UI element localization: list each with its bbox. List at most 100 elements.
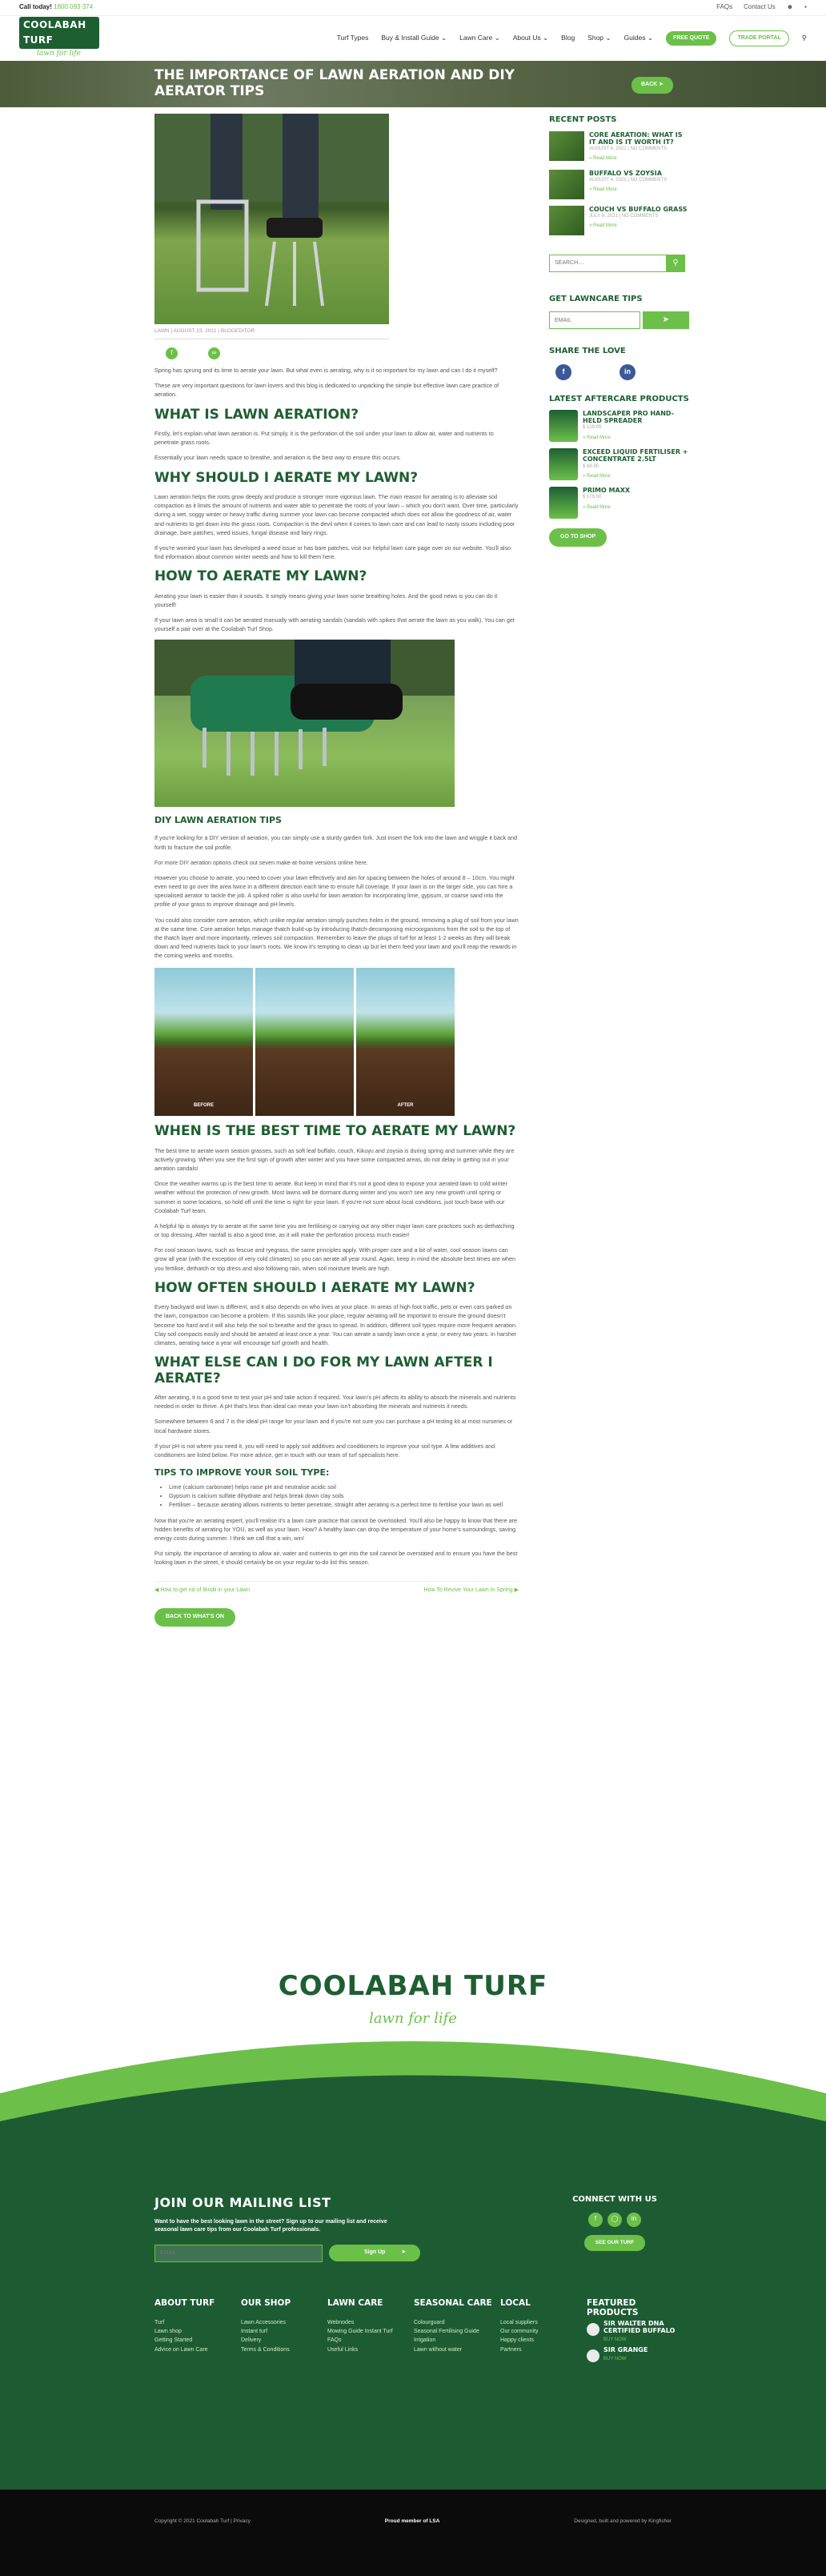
instagram-icon[interactable]: ◯ (607, 2212, 622, 2227)
footer-link[interactable]: Seasonal Fertilising Guide (414, 2327, 500, 2336)
contact-link[interactable]: Contact Us (744, 2, 776, 12)
go-to-shop-button[interactable]: GO TO SHOP (549, 528, 607, 548)
faqs-link[interactable]: FAQs (716, 2, 732, 12)
aerator-hero-image (154, 114, 389, 324)
footer-link[interactable]: Happy clients (500, 2336, 587, 2345)
cart-icon[interactable]: ▪ (804, 2, 807, 12)
mailing-title: JOIN OUR MAILING LIST (154, 2195, 331, 2210)
back-whats-on-button[interactable]: BACK TO WHAT'S ON (154, 1608, 235, 1627)
send-button[interactable]: ➤ (643, 311, 689, 330)
para-end-1: Now that you're an aerating expert, you'… (154, 1516, 517, 1542)
search-input[interactable] (549, 254, 666, 272)
nav-blog[interactable]: Blog (561, 33, 575, 43)
footer-link[interactable]: Instant turf (241, 2327, 327, 2336)
heading-often: HOW OFTEN SHOULD I AERATE MY LAWN? (154, 1279, 475, 1296)
footer-link[interactable]: Local suppliers (500, 2318, 587, 2327)
linkedin-icon[interactable]: in (627, 2212, 641, 2227)
trade-portal-button[interactable]: Trade Portal (729, 30, 789, 47)
footer-link[interactable]: Irrigation (414, 2336, 500, 2345)
connect-title: CONNECT WITH US (572, 2195, 657, 2204)
footer-link[interactable]: Mowing Guide Instant Turf (327, 2327, 414, 2336)
prev-post-link[interactable]: ◀ How to get rid of Bindii in your Lawn (154, 1587, 250, 1595)
product-item[interactable]: LANDSCAPER PRO HAND-HELD SPREADER $ 129.9… (549, 410, 689, 443)
nav-turf-types[interactable]: Turf Types (337, 33, 369, 43)
para-when-3: A helpful tip is always try to aerate at… (154, 1222, 515, 1239)
para-intro-1: Spring has sprung and its time to aerate… (154, 367, 498, 375)
para-often-1: Every backyard and lawn is different, an… (154, 1303, 517, 1346)
tips-list: Lime (calcium carbonate) helps raise pH … (169, 1483, 519, 1509)
core-panel (255, 968, 354, 1117)
see-our-turf-button[interactable]: SEE OUR TURF (583, 2234, 646, 2251)
product-thumbnail (549, 410, 578, 443)
user-icon[interactable]: ☻ (787, 2, 793, 12)
recent-posts-title: RECENT POSTS (549, 115, 617, 124)
recent-post[interactable]: BUFFALO VS ZOYSIA AUGUST 4, 2021 | NO COM… (549, 169, 689, 199)
para-why-1: Lawn aeration helps the roots grow deepl… (154, 493, 519, 536)
nav-lawn-care[interactable]: Lawn Care ⌄ (459, 33, 500, 43)
email-field[interactable] (549, 311, 640, 330)
aeration-sandals-image (154, 640, 455, 808)
product-thumbnail (549, 448, 578, 481)
share-facebook-icon[interactable]: f (166, 347, 178, 360)
post-thumbnail (549, 130, 584, 161)
call-info[interactable]: Call today! 1800 093 374 (19, 2, 93, 12)
search-button[interactable]: ⚲ (666, 254, 685, 272)
footer-col-lawncare: LAWN CARE Webnodes Mowing Guide Instant Tu… (327, 2298, 414, 2363)
footer-link[interactable]: Lawn shop (154, 2327, 241, 2336)
para-why-2: If you're worried your lawn has develope… (154, 544, 511, 561)
recent-post[interactable]: COUCH VS BUFFALO GRASS JULY 8, 2021 | NO … (549, 205, 689, 235)
footer: JOIN OUR MAILING LIST Want to have the b… (0, 2193, 826, 2490)
linkedin-icon[interactable]: in (620, 363, 636, 380)
para-intro-2: These are very important questions for l… (154, 382, 499, 399)
product-item[interactable]: PRIMO MAXX $ 175.00» Read More (549, 487, 689, 520)
footer-link[interactable]: Partners (500, 2345, 587, 2354)
recent-post[interactable]: CORE AERATION: WHAT IS IT AND IS IT WORT… (549, 130, 689, 163)
facebook-icon[interactable]: f (588, 2212, 603, 2227)
credit[interactable]: Designed, built and powered by Kingfishe… (574, 2518, 672, 2526)
para-what-1: Firstly, let's explain what lawn aeratio… (154, 430, 494, 447)
footer-link[interactable]: Advice on Lawn Care (154, 2345, 241, 2354)
post-thumbnail (549, 205, 584, 235)
list-item: Lime (calcium carbonate) helps raise pH … (169, 1483, 519, 1491)
next-post-link[interactable]: How To Revive Your Lawn In Spring ▶ (424, 1587, 519, 1595)
nav-shop[interactable]: Shop ⌄ (587, 33, 611, 43)
nav-guides[interactable]: Guides ⌄ (624, 33, 653, 43)
footer-link[interactable]: Colourguard (414, 2318, 500, 2327)
footer-col-seasonal: SEASONAL CARE Colourguard Seasonal Fertili… (414, 2298, 500, 2363)
share-link-icon[interactable]: ∞ (208, 347, 220, 360)
heading-else: WHAT ELSE CAN I DO FOR MY LAWN AFTER I A… (154, 1354, 493, 1386)
product-item[interactable]: EXCEED LIQUID FERTILISER + CONCENTRATE 2… (549, 448, 689, 481)
para-how-1: Aerating your lawn is easier than it sou… (154, 592, 498, 608)
para-what-2: Essentially your lawn needs space to bre… (154, 454, 402, 462)
featured-item[interactable]: SIR WALTER DNA CERTIFIED BUFFALO BUY NOW (587, 2320, 683, 2345)
facebook-icon[interactable]: f (555, 363, 571, 380)
nav-about[interactable]: About Us ⌄ (513, 33, 548, 43)
nav-buy-install[interactable]: Buy & Install Guide ⌄ (381, 33, 447, 43)
heading-why: WHY SHOULD I AERATE MY LAWN? (154, 469, 419, 486)
search-icon[interactable]: ⚲ (802, 33, 807, 43)
signup-button[interactable]: Sign Up ➤ (329, 2245, 421, 2262)
featured-item[interactable]: SIR GRANGE BUY NOW (587, 2346, 683, 2364)
footer-col-featured: FEATURED PRODUCTS SIR WALTER DNA CERTIFI… (587, 2298, 683, 2364)
footer-link[interactable]: Our community (500, 2327, 587, 2336)
site-logo[interactable]: COOLABAH TURF lawn for life (19, 17, 99, 59)
copyright: Copyright © 2021 Coolabah Turf | Privacy (154, 2518, 251, 2524)
back-button[interactable]: BACK ➤ (631, 77, 673, 94)
para-diy-3: However you choose to aerate, you need t… (154, 873, 515, 909)
footer-link[interactable]: Delivery (241, 2336, 327, 2345)
footer-link[interactable]: Useful Links (327, 2345, 414, 2354)
footer-link[interactable]: Lawn without water (414, 2345, 500, 2354)
list-item: Gypsum is calcium sulfate dihydrate and … (169, 1491, 519, 1500)
heading-tips: TIPS TO IMPROVE YOUR SOIL TYPE: (154, 1467, 330, 1479)
footer-link[interactable]: Turf (154, 2318, 241, 2327)
post-thumbnail (549, 169, 584, 199)
after-panel: AFTER (356, 968, 455, 1117)
footer-link[interactable]: Lawn Accessories (241, 2318, 327, 2327)
top-bar: Call today! 1800 093 374 FAQs Contact Us… (0, 0, 826, 16)
footer-link[interactable]: Webnodes (327, 2318, 414, 2327)
mailing-email-field[interactable] (154, 2244, 323, 2262)
footer-link[interactable]: Getting Started (154, 2336, 241, 2345)
free-quote-button[interactable]: FREE QUOTE (665, 30, 717, 46)
footer-link[interactable]: FAQs (327, 2336, 414, 2345)
footer-link[interactable]: Terms & Conditions (241, 2345, 327, 2354)
